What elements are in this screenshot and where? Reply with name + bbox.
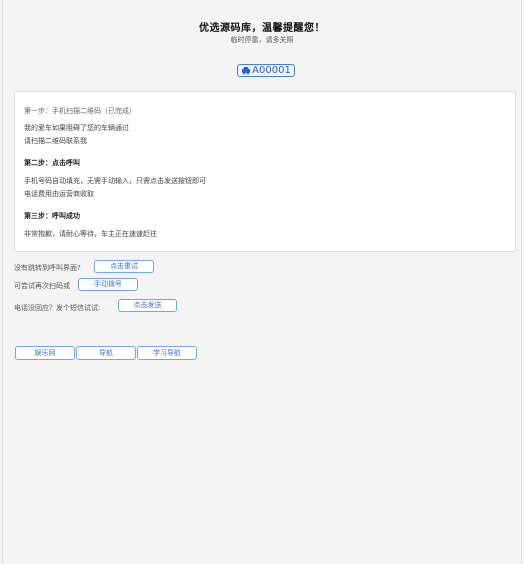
step1-title: 第一步：手机扫描二维码（已完成） [24, 107, 136, 115]
step2-line2: 电话费用由运营商收取 [24, 190, 94, 198]
page-container: 优选源码库，温馨提醒您！ 临时停靠，请多关照 A00001 第一步：手机扫描二维… [2, 0, 522, 564]
page-subtitle: 临时停靠，请多关照 [230, 36, 294, 44]
manual-dial-button[interactable]: 手动拨号 [78, 278, 138, 291]
nav-item-entertainment[interactable]: 娱乐网 [15, 346, 75, 360]
step2-title: 第二步：点击呼叫 [24, 159, 80, 167]
car-icon [241, 66, 251, 75]
retry-text: 没有跳转到呼叫界面? [14, 264, 81, 272]
retry-button[interactable]: 点击重试 [94, 260, 154, 273]
instructions-card: 第一步：手机扫描二维码（已完成） 我的爱车如果阻碍了您的车辆通过 请扫描二维码联… [14, 91, 516, 252]
sms-text: 电话没回应？发个短信试试: [14, 304, 101, 312]
step3-title: 第三步：呼叫成功 [24, 212, 80, 220]
send-sms-button[interactable]: 点击发送 [118, 299, 177, 312]
step1-line2: 请扫描二维码联系我 [24, 137, 87, 145]
step2-line1: 手机号码自动填充，无需手动输入，只需点击发送按钮即可 [24, 177, 206, 185]
vehicle-code-badge: A00001 [237, 64, 295, 77]
step1-line1: 我的爱车如果阻碍了您的车辆通过 [24, 124, 129, 132]
nav-item-study-navigation[interactable]: 学习导航 [137, 346, 197, 360]
step3-line1: 非常抱歉，请耐心等待，车主正在速速赶往 [24, 230, 157, 238]
vehicle-code: A00001 [252, 65, 291, 76]
manual-dial-text: 可尝试再次扫码或 [14, 282, 70, 290]
nav-item-navigation[interactable]: 导航 [76, 346, 136, 360]
page-title: 优选源码库，温馨提醒您！ [199, 23, 325, 34]
